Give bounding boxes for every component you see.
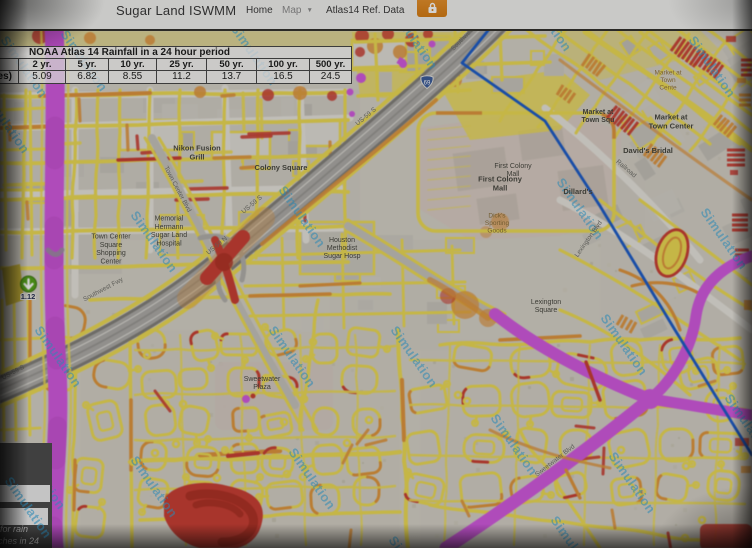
simulation-watermark: Simulation: [606, 449, 659, 516]
simulation-watermark: Simulation: [554, 175, 607, 242]
rainfall-val-5yr: 6.82: [66, 70, 109, 83]
nav-atlas14-ref-data[interactable]: Atlas14 Ref. Data: [326, 5, 404, 16]
noaa-rainfall-table: NOAA Atlas 14 Rainfall in a 24 hour peri…: [0, 46, 352, 84]
map-label-market-town-center-b: Market atTown Center: [649, 113, 694, 131]
road-label-southwest-fwy: Southwest Fwy: [82, 276, 125, 303]
rainfall-col-50yr: 50 yr.: [207, 58, 257, 70]
rainfall-val-100yr: 16.5: [257, 70, 310, 83]
widget-hint-line-2: ches in 24: [0, 536, 39, 546]
rainfall-col-100yr: 100 yr.: [257, 58, 310, 70]
simulation-watermark: Simulation: [0, 89, 33, 156]
simulation-watermark: Simulation: [488, 411, 541, 478]
road-label-us59-top: US-59 S: [354, 106, 378, 128]
svg-text:69: 69: [424, 81, 431, 87]
road-label-sweetwater-blvd: Sweetwater Blvd: [534, 443, 577, 479]
road-label-town-center-blvd: Town Center Blvd: [162, 165, 192, 214]
rainfall-val-50yr: 13.7: [207, 70, 257, 83]
simulation-watermark: Simulation: [386, 533, 439, 548]
simulation-watermark: Simulation: [686, 33, 739, 100]
rainfall-input-field-2[interactable]: [0, 508, 48, 525]
map-label-lexington-square: LexingtonSquare: [531, 299, 561, 314]
simulation-watermark: Simulation: [128, 453, 181, 520]
simulation-watermark: Simulation: [388, 323, 441, 390]
rainfall-val-25yr: 11.2: [157, 70, 207, 83]
nav-home[interactable]: Home: [246, 5, 273, 16]
chevron-down-icon: ▼: [306, 7, 312, 14]
simulation-watermark: Simulation: [276, 183, 329, 250]
rainfall-val-500yr: 24.5: [310, 70, 352, 83]
simulation-watermark: Simulation: [722, 391, 752, 458]
map-label-sweetwater-plaza: SweetwaterPlaza: [244, 376, 281, 391]
app-title: Sugar Land ISWMM: [116, 3, 236, 18]
login-button[interactable]: [417, 0, 447, 17]
road-label-us59-left: US-59 S: [1, 364, 27, 382]
map-label-town-center-square: Town CenterSquareShoppingCenter: [91, 234, 131, 266]
rainfall-col-500yr: 500 yr.: [310, 58, 352, 70]
map-label-dillards: Dillard's: [563, 187, 592, 196]
simulation-watermark: Simulation: [32, 323, 85, 390]
rainfall-table-title: NOAA Atlas 14 Rainfall in a 24 hour peri…: [0, 46, 352, 58]
rainfall-val-2yr: 5.09: [19, 70, 66, 83]
road-label-us59-mid: US-59 S: [240, 194, 264, 216]
map-label-nikon-fusion-grill: Nikon FusionGrill: [173, 144, 221, 162]
rainfall-col-5yr: 5 yr.: [66, 58, 109, 70]
rainfall-col-25yr: 25 yr.: [157, 58, 207, 70]
rainfall-row-label: Rainfall (inches): [0, 70, 19, 83]
rainfall-col-10yr: 10 yr.: [109, 58, 157, 70]
map-label-dicks-sporting-goods: Dick'sSportingGoods: [485, 212, 510, 234]
simulation-watermark: Simulation: [598, 311, 651, 378]
map-label-memorial-hermann: MemorialHermannSugar LandHospital: [151, 216, 187, 248]
marker-value-label: 1.12: [21, 292, 36, 301]
road-label-us59-n: US-59 N: [205, 235, 229, 257]
simulation-watermark: Simulation: [698, 205, 751, 272]
map-label-first-colony-mall-2: First ColonyMall: [478, 175, 523, 193]
lock-icon: [427, 2, 438, 14]
rainfall-input-panel: for rain ches in 24: [0, 443, 52, 548]
simulation-watermark: Simulation: [548, 513, 601, 548]
map-label-houston-methodist: HoustonMethodistSugar Hosp: [324, 237, 361, 260]
rainfall-col-blank: [0, 58, 19, 70]
rainfall-val-10yr: 8.55: [109, 70, 157, 83]
highway-shield-69: 69: [421, 76, 433, 89]
app-header: Sugar Land ISWMM Home Map▼ Atlas14 Ref. …: [0, 0, 752, 31]
map-label-market-town-square: Market atTown Squ: [582, 109, 615, 124]
simulation-watermark: Simulation: [286, 445, 339, 512]
map-label-colony-square: Colony Square: [255, 163, 308, 172]
map-label-davids-bridal: David's Bridal: [623, 146, 673, 155]
widget-hint-line-1: for rain: [0, 524, 28, 534]
nav-map[interactable]: Map▼: [282, 5, 313, 16]
rainfall-input-field-1[interactable]: [0, 485, 50, 502]
rainfall-col-2yr: 2 yr.: [19, 58, 66, 70]
app-window: .p{fill:none;stroke-linecap:round;stroke…: [0, 0, 752, 548]
map-label-market-town-center-a: Market atTownCente: [654, 69, 681, 91]
road-label-railroad: Railroad: [614, 158, 637, 179]
